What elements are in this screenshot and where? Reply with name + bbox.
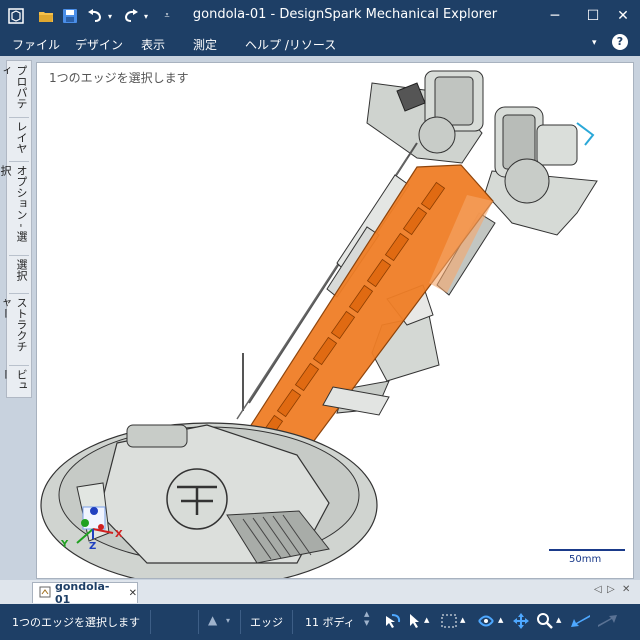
- view-triad[interactable]: X Y Z: [55, 501, 135, 561]
- document-icon: [39, 586, 51, 601]
- view-back-icon[interactable]: [570, 613, 592, 629]
- selection-filter[interactable]: エッジ: [250, 614, 283, 630]
- filter-dropdown-icon[interactable]: ▾: [226, 616, 230, 625]
- maximize-button[interactable]: ☐: [576, 0, 610, 32]
- box-select-icon[interactable]: [440, 613, 458, 629]
- x-axis-label: X: [115, 529, 123, 540]
- select-mode-dropdown-icon[interactable]: ▲: [424, 616, 429, 624]
- menu-file[interactable]: ファイル: [12, 36, 60, 53]
- triangle-up-icon[interactable]: ▲: [208, 613, 217, 627]
- pan-icon[interactable]: [512, 612, 530, 630]
- close-button[interactable]: ✕: [606, 0, 640, 32]
- zoom-icon[interactable]: [536, 612, 554, 630]
- tab-view[interactable]: ビュー: [0, 369, 29, 395]
- tab-selection-options[interactable]: オプション - 選択: [0, 165, 29, 251]
- zoom-dropdown-icon[interactable]: ▲: [556, 616, 561, 624]
- tab-properties[interactable]: プロパティ: [0, 65, 29, 113]
- tab-scroll-left-icon[interactable]: ◁: [594, 584, 602, 595]
- open-folder-icon[interactable]: [36, 6, 56, 26]
- tab-structure[interactable]: ストラクチャー: [0, 297, 29, 361]
- window-title: gondola-01 - DesignSpark Mechanical Expl…: [192, 7, 498, 22]
- tab-layers[interactable]: レイヤ: [9, 121, 29, 157]
- app-logo-icon[interactable]: [6, 6, 26, 26]
- spinner-icon[interactable]: ▲ ▼: [364, 610, 369, 628]
- status-message: 1つのエッジを選択します: [12, 616, 140, 629]
- document-tab-strip: gondola-01 ✕ ◁ ▷ ✕: [0, 580, 640, 606]
- side-panel-tabs: プロパティ レイヤ オプション - 選択 選択 ストラクチャー ビュー: [0, 60, 32, 398]
- y-axis-label: Y: [61, 539, 69, 550]
- doc-tab-gondola[interactable]: gondola-01 ✕: [32, 580, 138, 606]
- scale-bar-label: 50mm: [569, 554, 602, 565]
- menu-help-resources[interactable]: ヘルプ /リソース: [245, 36, 336, 53]
- viewport-status-text: 1つのエッジを選択します: [49, 71, 189, 85]
- title-bar: ▾ ▾ ⩡ gondola-01 - DesignSpark Mechanica…: [0, 0, 640, 32]
- menu-view[interactable]: 表示: [141, 36, 165, 53]
- design-viewport[interactable]: 1つのエッジを選択します X Y Z 50mm: [36, 62, 634, 579]
- menu-measure[interactable]: 測定: [193, 36, 217, 53]
- menu-bar: ファイル デザイン 表示 測定 ヘルプ /リソース ▾ ?: [0, 32, 640, 56]
- doc-tab-label: gondola-01: [55, 580, 110, 606]
- rotate-select-icon[interactable]: [382, 612, 402, 630]
- body-count: 11 ボディ: [305, 616, 355, 629]
- select-pointer-icon[interactable]: [408, 612, 422, 630]
- menu-design[interactable]: デザイン: [75, 36, 123, 53]
- tab-close-all-icon[interactable]: ✕: [622, 584, 630, 595]
- undo-dropdown-icon[interactable]: ▾: [105, 6, 115, 26]
- z-axis-label: Z: [89, 541, 97, 552]
- redo-dropdown-icon[interactable]: ▾: [141, 6, 151, 26]
- ribbon-collapse-icon[interactable]: ▾: [592, 38, 597, 48]
- tab-selection[interactable]: 選択: [9, 259, 29, 289]
- view-forward-icon[interactable]: [596, 613, 618, 629]
- scale-bar: [549, 549, 625, 551]
- orbit-dropdown-icon[interactable]: ▲: [498, 616, 503, 624]
- save-icon[interactable]: [60, 6, 80, 26]
- status-bar: 1つのエッジを選択します ▲ ▾ エッジ 11 ボディ ▲ ▼ ▲ ▲ ▲ ▲: [0, 604, 640, 640]
- tab-scroll-right-icon[interactable]: ▷: [607, 584, 615, 595]
- orbit-icon[interactable]: [476, 612, 496, 630]
- minimize-button[interactable]: ─: [538, 0, 572, 32]
- doc-tab-close-button[interactable]: ✕: [129, 588, 137, 599]
- redo-icon[interactable]: [122, 6, 140, 26]
- undo-icon[interactable]: [86, 6, 104, 26]
- box-select-dropdown-icon[interactable]: ▲: [460, 616, 465, 624]
- customize-toolbar-icon[interactable]: ⩡: [160, 6, 174, 26]
- help-button[interactable]: ?: [612, 34, 628, 50]
